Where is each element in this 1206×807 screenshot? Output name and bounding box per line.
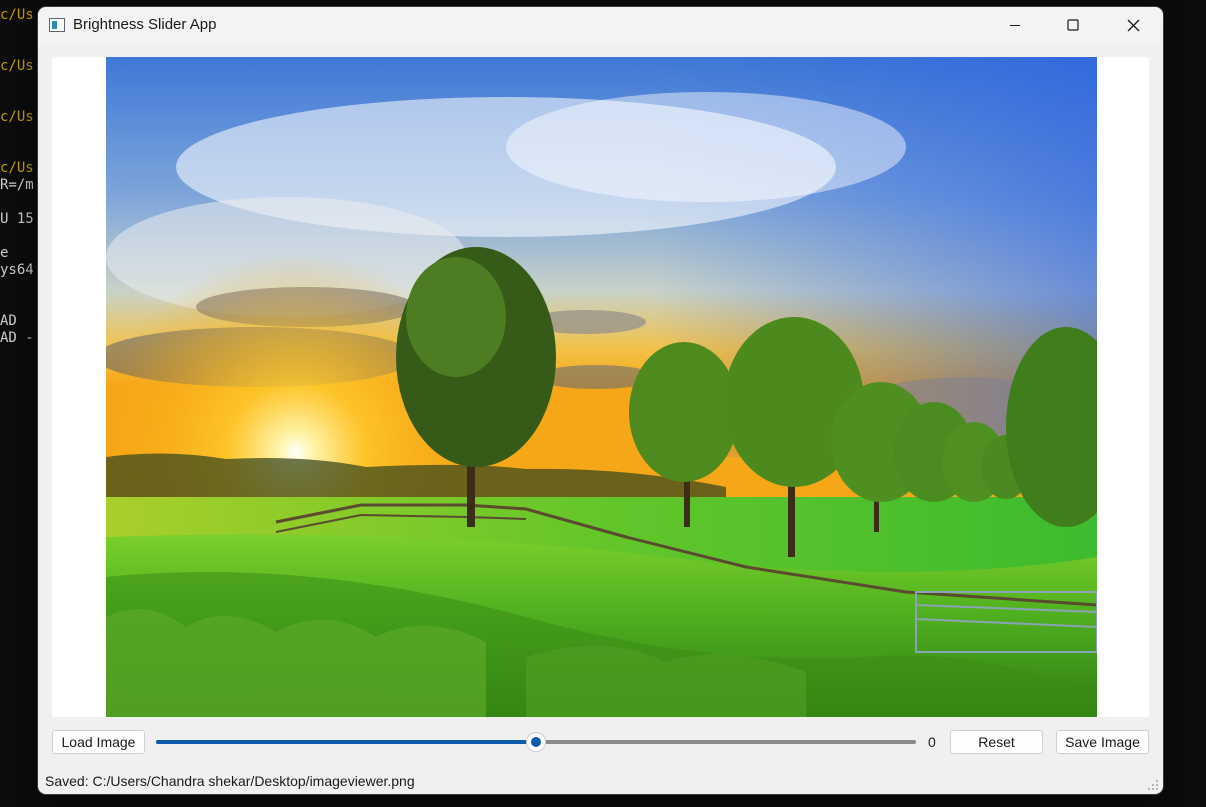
terminal-line: U 15 bbox=[0, 211, 34, 227]
terminal-line: ys64 bbox=[0, 262, 34, 278]
window-title: Brightness Slider App bbox=[73, 16, 217, 33]
minimize-icon bbox=[1010, 25, 1020, 26]
load-image-button[interactable]: Load Image bbox=[52, 730, 145, 754]
terminal-line: c/Us bbox=[0, 58, 34, 74]
close-icon bbox=[1127, 19, 1139, 31]
terminal-line: AD bbox=[0, 313, 17, 329]
app-window: Brightness Slider App Load Image 0 Reset… bbox=[38, 7, 1163, 794]
title-bar[interactable]: Brightness Slider App bbox=[38, 7, 1163, 45]
reset-button[interactable]: Reset bbox=[950, 730, 1043, 754]
save-image-button[interactable]: Save Image bbox=[1056, 730, 1149, 754]
maximize-icon bbox=[1067, 19, 1079, 31]
terminal-line: AD - bbox=[0, 330, 34, 346]
terminal-line: c/Us bbox=[0, 7, 34, 23]
terminal-line: c/Us bbox=[0, 160, 34, 176]
background-terminal: c/Us c/Us c/Us c/Us R=/m U 15 e ys64 AD … bbox=[0, 0, 40, 807]
slider-fill bbox=[156, 740, 536, 744]
terminal-line: R=/m bbox=[0, 177, 34, 193]
maximize-button[interactable] bbox=[1044, 7, 1102, 43]
resize-grip-icon[interactable] bbox=[1147, 779, 1159, 791]
brightness-value: 0 bbox=[928, 734, 936, 750]
app-window-icon bbox=[49, 18, 65, 32]
minimize-button[interactable] bbox=[986, 7, 1044, 43]
brightness-slider[interactable] bbox=[156, 732, 918, 752]
close-button[interactable] bbox=[1104, 7, 1162, 43]
image-display-panel bbox=[52, 57, 1149, 717]
status-bar-text: Saved: C:/Users/Chandra shekar/Desktop/i… bbox=[45, 773, 415, 789]
landscape-photo bbox=[106, 57, 1097, 717]
terminal-line: e bbox=[0, 245, 9, 261]
slider-thumb[interactable] bbox=[526, 732, 546, 752]
terminal-line: c/Us bbox=[0, 109, 34, 125]
